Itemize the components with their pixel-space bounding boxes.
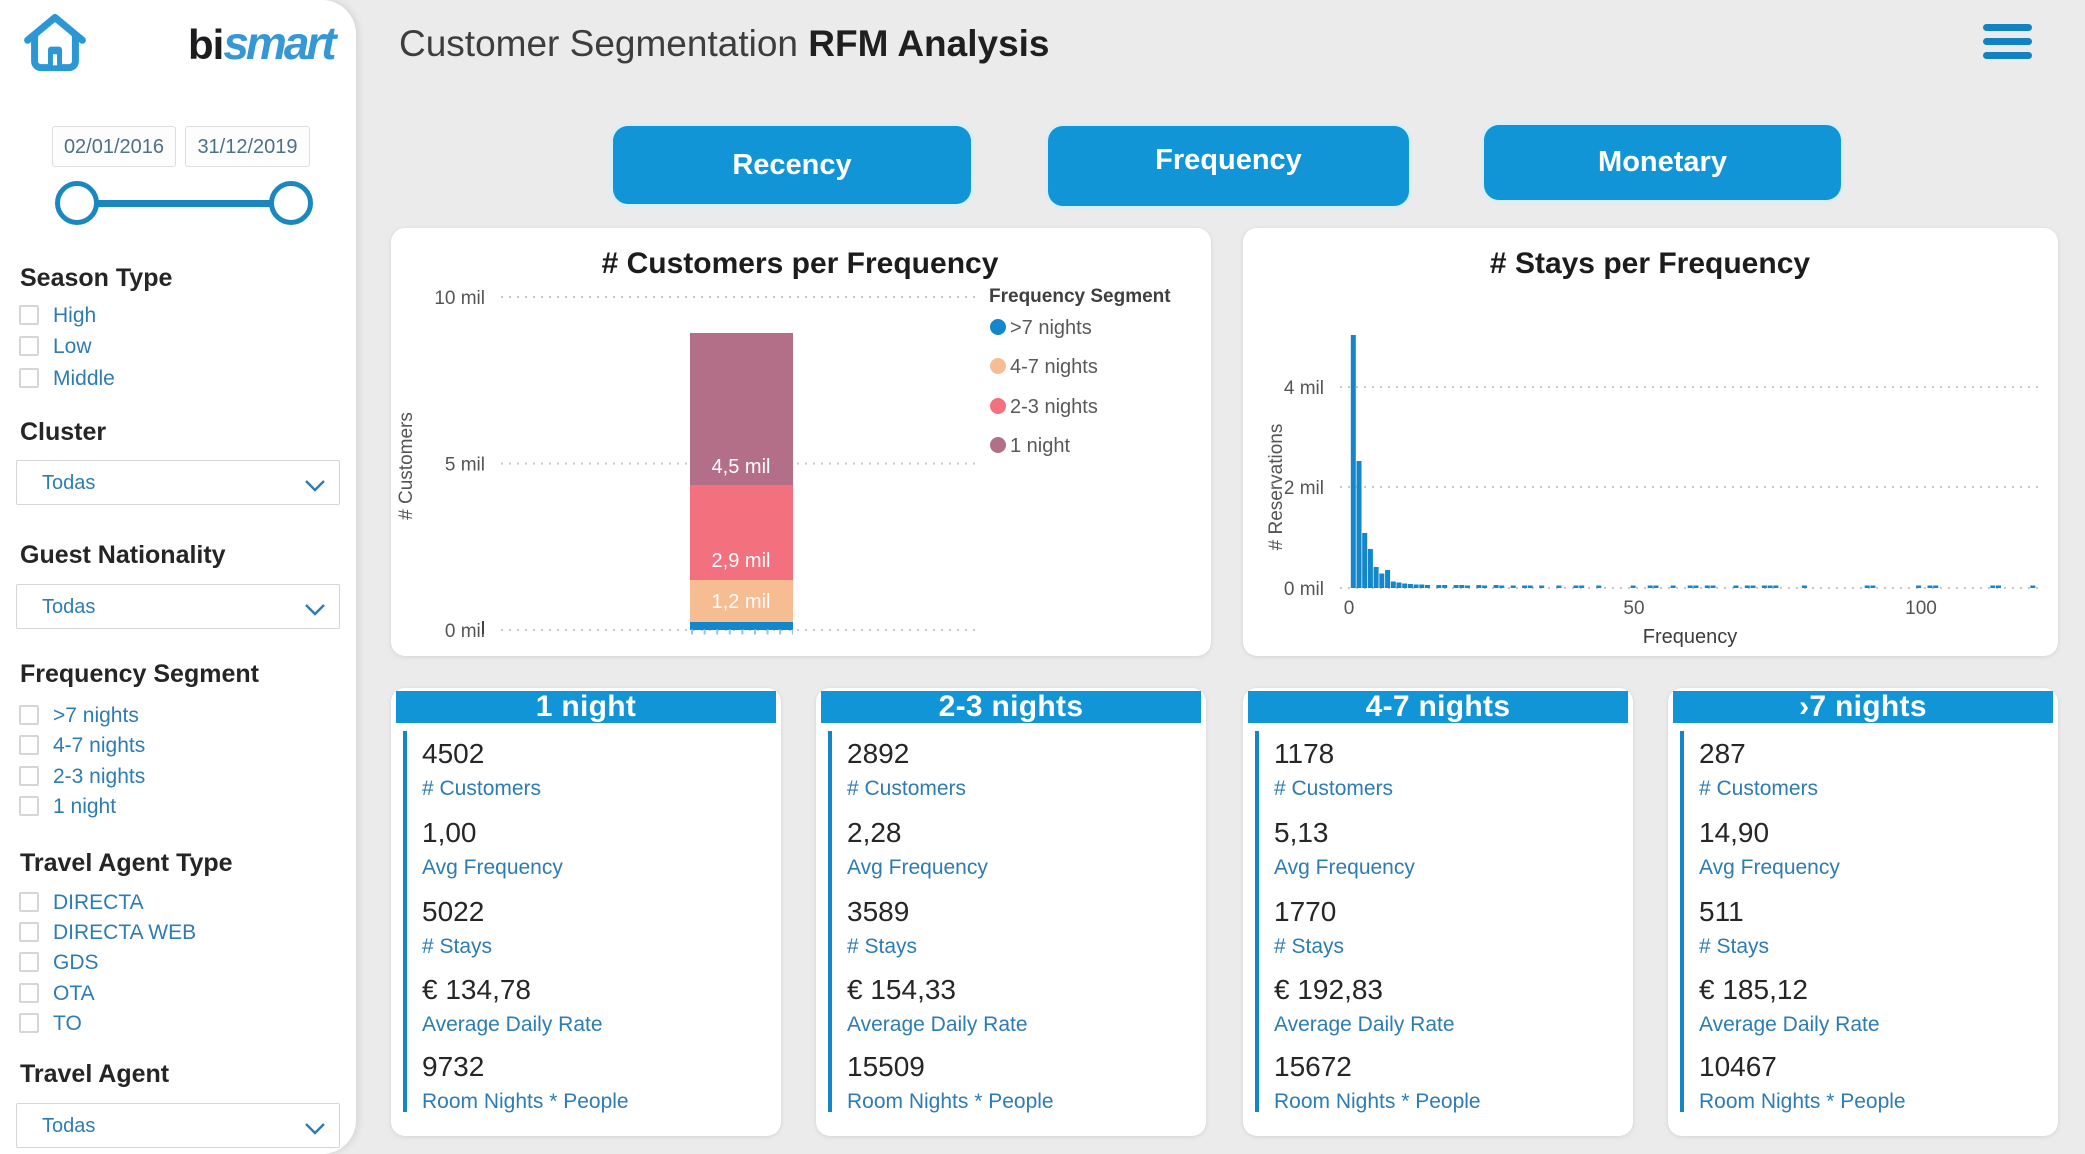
svg-text:1 night: 1 night xyxy=(1010,435,1070,457)
svg-text:# Customers per Frequency: # Customers per Frequency xyxy=(602,247,999,280)
svg-text:0: 0 xyxy=(1344,598,1355,619)
svg-text:50: 50 xyxy=(1623,598,1644,619)
svg-text:10 mil: 10 mil xyxy=(434,288,485,309)
svg-text:# Customers: # Customers xyxy=(396,412,417,520)
svg-text:1,2 mil: 1,2 mil xyxy=(712,591,771,613)
svg-text:4,5 mil: 4,5 mil xyxy=(712,456,771,478)
svg-text:4-7 nights: 4-7 nights xyxy=(1010,356,1098,378)
svg-text:# Reservations: # Reservations xyxy=(1266,424,1287,551)
svg-text:0 mil: 0 mil xyxy=(445,621,485,642)
svg-text:# Stays per Frequency: # Stays per Frequency xyxy=(1490,247,1810,280)
svg-text:Frequency: Frequency xyxy=(1643,626,1738,648)
svg-text:2 mil: 2 mil xyxy=(1284,478,1324,499)
svg-text:>7 nights: >7 nights xyxy=(1010,317,1092,339)
svg-text:Frequency Segment: Frequency Segment xyxy=(989,286,1171,307)
svg-text:4 mil: 4 mil xyxy=(1284,378,1324,399)
svg-text:2-3 nights: 2-3 nights xyxy=(1010,396,1098,418)
svg-text:0 mil: 0 mil xyxy=(1284,579,1324,600)
svg-text:2,9 mil: 2,9 mil xyxy=(712,550,771,572)
svg-text:100: 100 xyxy=(1905,598,1937,619)
svg-text:5 mil: 5 mil xyxy=(445,455,485,476)
